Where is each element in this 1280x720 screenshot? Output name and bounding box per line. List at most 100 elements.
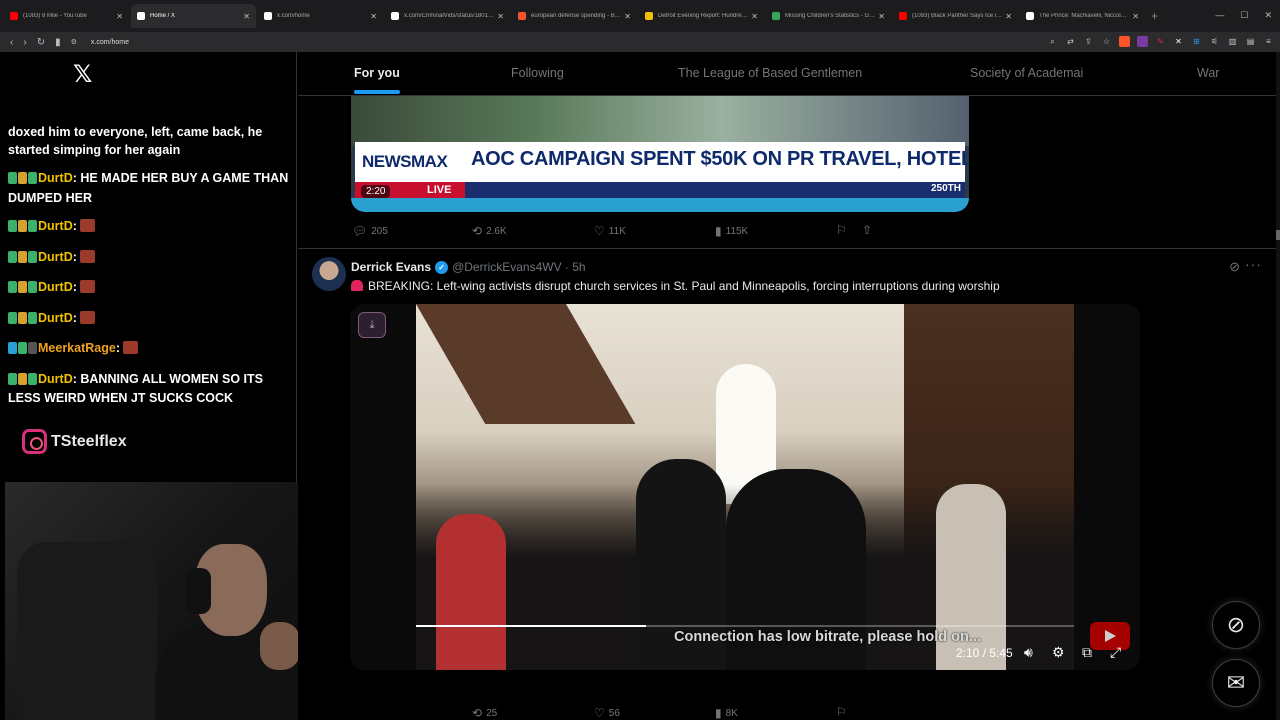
video-time-badge: 2:20: [361, 185, 391, 198]
active-tab-indicator: [354, 90, 400, 94]
tab-close-icon[interactable]: ✕: [624, 12, 631, 21]
chat-username[interactable]: DurtD: [38, 311, 73, 325]
tab-favicon-icon: [772, 12, 780, 20]
extension-icon-2[interactable]: ✎: [1155, 36, 1166, 47]
tab-close-icon[interactable]: ✕: [497, 12, 504, 21]
tab-close-icon[interactable]: ✕: [878, 12, 885, 21]
more-options-icon[interactable]: ···: [1245, 256, 1262, 272]
browser-tab[interactable]: Missing Children's Statistics - Global ✕: [766, 4, 891, 28]
extension-icon-1[interactable]: [1137, 36, 1148, 47]
tab-favicon-icon: [391, 12, 399, 20]
tab-society-of-academai[interactable]: Society of Academai: [970, 66, 1083, 80]
tweet-2-video[interactable]: ⤓ Connection has low bitrate, please hol…: [350, 304, 1140, 670]
chat-emote-icon: [123, 341, 139, 354]
tab-close-icon[interactable]: ✕: [1005, 12, 1012, 21]
church-beam: [416, 304, 636, 424]
star-icon[interactable]: ☆: [1101, 36, 1112, 47]
timeline-tabs: For you Following The League of Based Ge…: [298, 52, 1276, 96]
chat-username[interactable]: DurtD: [38, 280, 73, 294]
chat-username[interactable]: DurtD: [38, 219, 73, 233]
menu-icon[interactable]: ≡: [1263, 36, 1274, 47]
tab-title: Home / X: [150, 13, 176, 19]
sidebar-toggle-icon[interactable]: ▥: [1227, 36, 1238, 47]
fullscreen-icon[interactable]: ⤢: [1110, 644, 1121, 661]
browser-tab[interactable]: Detroit Evening Report: Hundreds in ✕: [639, 4, 764, 28]
volume-icon[interactable]: 🔊︎: [1024, 644, 1033, 661]
repost-button[interactable]: ⟲ 2.6K: [472, 224, 507, 238]
bookmark-icon[interactable]: ▮: [55, 37, 61, 48]
chat-separator: :: [72, 249, 81, 264]
browser-tab[interactable]: Home / X ✕: [131, 4, 256, 28]
maximize-icon[interactable]: ☐: [1240, 10, 1248, 21]
chat-message: DurtD:: [8, 218, 293, 238]
headphones: [185, 568, 211, 614]
tab-league-of-based-gentlemen[interactable]: The League of Based Gentlemen: [678, 66, 862, 80]
repost-count: 2.6K: [486, 225, 507, 237]
translate-icon[interactable]: ⇄: [1065, 36, 1076, 47]
browser-tab[interactable]: x.com/home ✕: [258, 4, 383, 28]
grok-fab-button[interactable]: ⊘: [1212, 601, 1260, 649]
author-name[interactable]: Derrick Evans: [351, 260, 431, 274]
extensions-icon[interactable]: ⚟: [1209, 36, 1220, 47]
back-icon[interactable]: ‹: [10, 37, 13, 48]
page-scrollbar[interactable]: [1276, 52, 1280, 720]
chat-separator: :: [72, 310, 81, 325]
video-progress-bar[interactable]: [416, 625, 1074, 627]
tab-close-icon[interactable]: ✕: [243, 12, 250, 21]
browser-tab[interactable]: x.com/CriminalVids/status/18012315 ✕: [385, 4, 510, 28]
chat-badges-icon: [8, 220, 38, 238]
chat-username[interactable]: DurtD: [38, 372, 73, 386]
tab-following[interactable]: Following: [511, 66, 564, 80]
tweet-1-video[interactable]: NEWSMAX AOC CAMPAIGN SPENT $50K ON PR TR…: [351, 96, 969, 212]
forward-icon[interactable]: ›: [23, 37, 26, 48]
share-button[interactable]: ⇧: [862, 223, 872, 237]
zoom-icon[interactable]: ⌕: [1047, 36, 1058, 47]
views-button[interactable]: ▮ 115K: [715, 224, 748, 238]
tab-for-you[interactable]: For you: [354, 66, 400, 80]
tab-war[interactable]: War: [1197, 66, 1219, 80]
like-button[interactable]: ♡ 11K: [594, 224, 626, 238]
tab-close-icon[interactable]: ✕: [370, 12, 377, 21]
new-tab-button[interactable]: +: [1151, 9, 1158, 23]
settings-icon[interactable]: ⚙: [1052, 644, 1065, 661]
views-button-2[interactable]: ▮ 8K: [715, 706, 738, 720]
browser-tab[interactable]: (1093) Black Panther Says Ice is Gone✕: [893, 4, 1018, 28]
streamer-hand: [260, 622, 300, 670]
pip-icon[interactable]: ⧉: [1082, 644, 1092, 661]
messages-fab-button[interactable]: ✉: [1212, 659, 1260, 707]
browser-tab[interactable]: (1093) 8 Mile - YouTube ✕: [4, 4, 129, 28]
reload-icon[interactable]: ↻: [37, 37, 45, 48]
x-logo[interactable]: 𝕏: [73, 60, 92, 88]
tab-close-icon[interactable]: ✕: [116, 12, 123, 21]
close-window-icon[interactable]: ✕: [1264, 10, 1272, 21]
grok-icon[interactable]: ⊘: [1229, 259, 1240, 275]
site-info-icon[interactable]: ⚙: [71, 38, 77, 46]
tab-close-icon[interactable]: ✕: [751, 12, 758, 21]
scrollbar-thumb[interactable]: [1276, 230, 1280, 240]
bookmark-button-2[interactable]: ⚐: [836, 705, 847, 719]
chat-username[interactable]: DurtD: [38, 250, 73, 264]
browser-tab[interactable]: european defense spending - Brave S✕: [512, 4, 637, 28]
download-icon[interactable]: ⤓: [358, 312, 386, 338]
extension-icon-3[interactable]: ✕: [1173, 36, 1184, 47]
chat-username[interactable]: DurtD: [38, 171, 73, 185]
author-handle-and-time[interactable]: @DerrickEvans4WV · 5h: [452, 260, 586, 274]
share-icon[interactable]: ⇪: [1083, 36, 1094, 47]
repost-button-2[interactable]: ⟲ 25: [472, 706, 497, 720]
chat-separator: :: [115, 341, 124, 355]
like-button-2[interactable]: ♡ 56: [594, 706, 620, 720]
url-field[interactable]: x.com/home: [91, 39, 129, 46]
chat-username[interactable]: MeerkatRage: [38, 341, 116, 355]
reply-button[interactable]: 💬︎ 205: [352, 224, 388, 238]
minimize-icon[interactable]: —: [1215, 10, 1224, 21]
video-time: 2:10 / 5:45: [956, 646, 1013, 660]
left-sidebar: 𝕏 doxed him to everyone, left, came back…: [0, 52, 419, 720]
extension-icon-4[interactable]: ⊞: [1191, 36, 1202, 47]
brave-shield-icon[interactable]: [1119, 36, 1130, 47]
avatar[interactable]: [312, 257, 346, 291]
view-count-2: 8K: [725, 707, 738, 719]
browser-tab[interactable]: The Prince: Machiavelli, Niccolo: 978 ✕: [1020, 4, 1145, 28]
wallet-icon[interactable]: ▤: [1245, 36, 1256, 47]
bookmark-button[interactable]: ⚐: [836, 223, 847, 237]
tab-close-icon[interactable]: ✕: [1132, 12, 1139, 21]
